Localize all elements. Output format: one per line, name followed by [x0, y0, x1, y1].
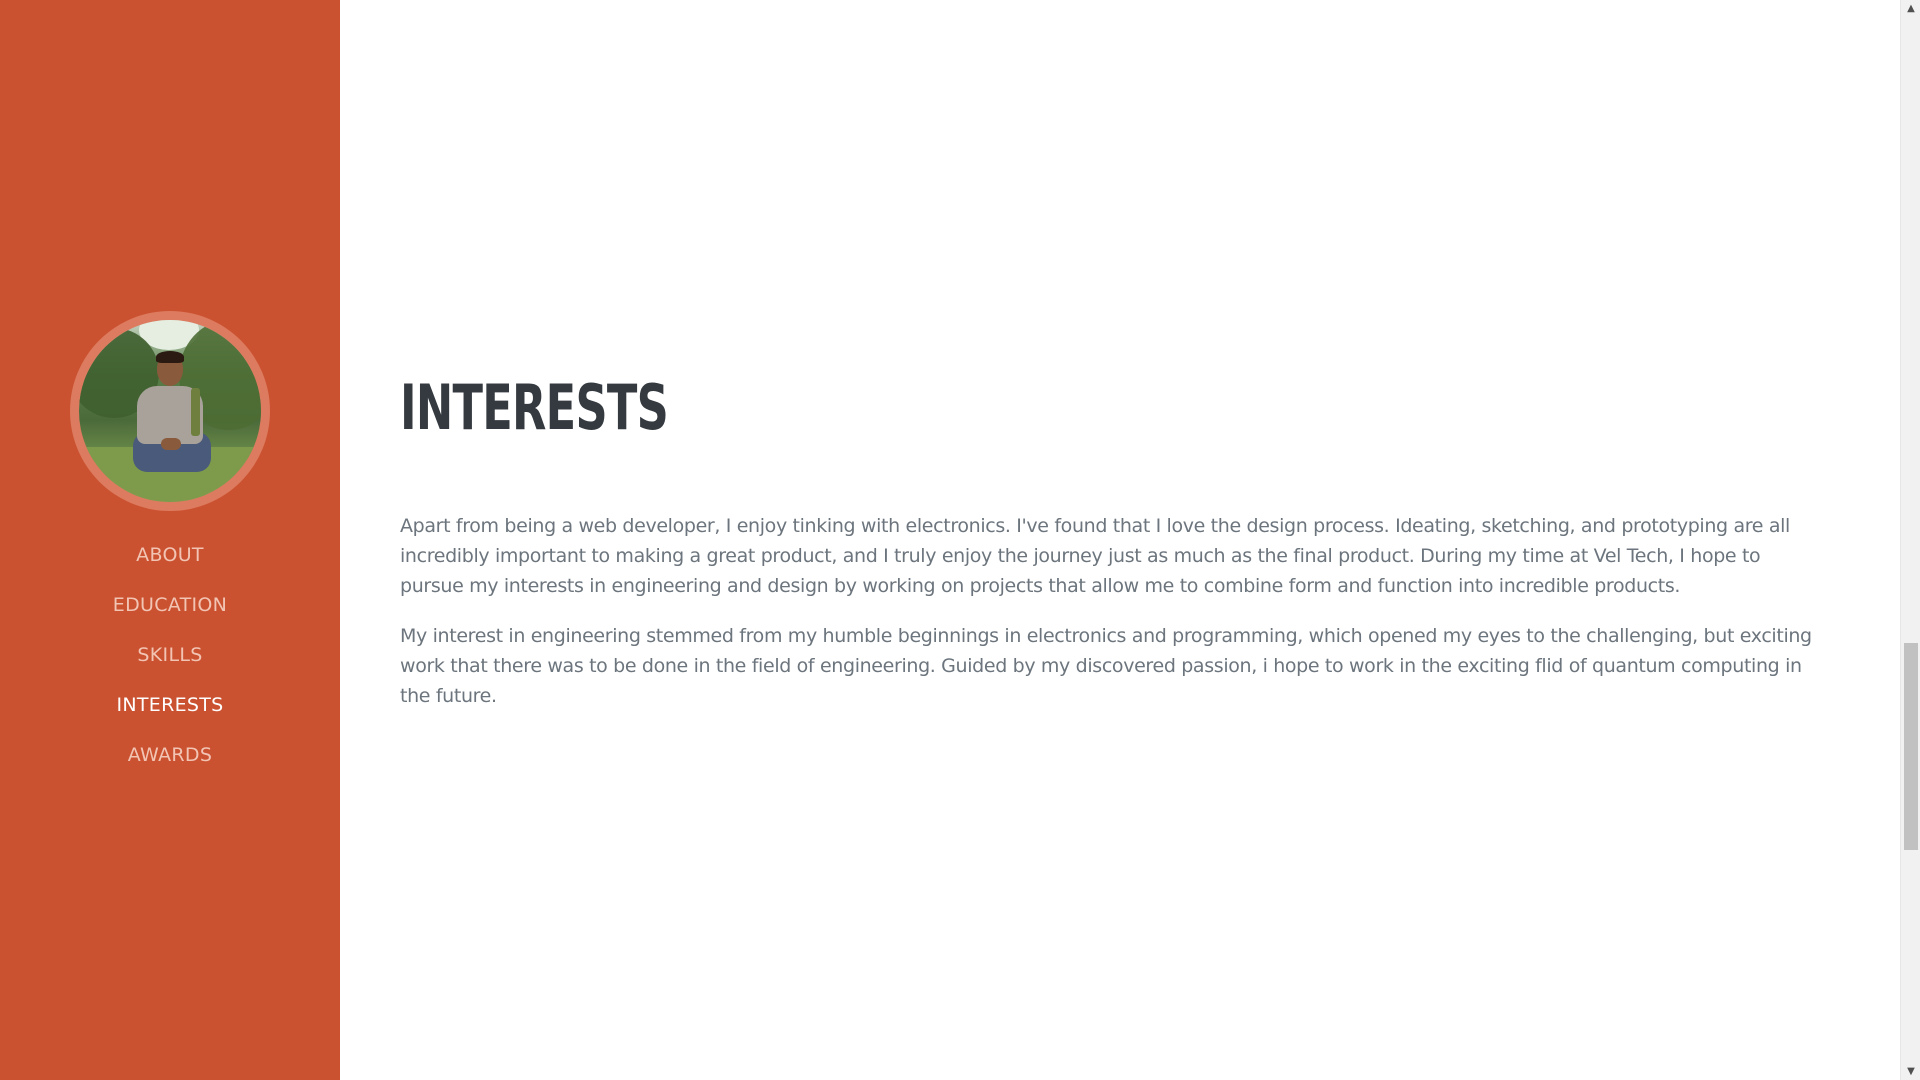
nav-item-awards[interactable]: AWARDS [0, 733, 340, 783]
main-content: Interests Apart from being a web develop… [340, 0, 1900, 1080]
interests-text: Apart from being a web developer, I enjo… [400, 511, 1825, 731]
nav-item-about[interactable]: ABOUT [0, 533, 340, 583]
nav-item-skills[interactable]: SKILLS [0, 633, 340, 683]
arrow-up-icon[interactable]: ▲ [1901, 0, 1920, 17]
sidebar-nav: ABOUT EDUCATION SKILLS INTERESTS AWARDS [0, 533, 340, 783]
resume-page: ABOUT EDUCATION SKILLS INTERESTS AWARDS … [0, 0, 1920, 1080]
section-title: Interests [400, 371, 669, 444]
arrow-down-icon[interactable]: ▼ [1901, 1063, 1920, 1080]
paragraph: Apart from being a web developer, I enjo… [400, 515, 1790, 597]
sidebar: ABOUT EDUCATION SKILLS INTERESTS AWARDS [0, 0, 340, 1080]
avatar [79, 320, 261, 502]
nav-item-education[interactable]: EDUCATION [0, 583, 340, 633]
paragraph: My interest in engineering stemmed from … [400, 625, 1812, 707]
nav-item-interests[interactable]: INTERESTS [0, 683, 340, 733]
vertical-scrollbar[interactable]: ▲ ▼ [1900, 0, 1920, 1080]
scrollbar-thumb[interactable] [1904, 643, 1918, 850]
avatar-ring [70, 311, 270, 511]
